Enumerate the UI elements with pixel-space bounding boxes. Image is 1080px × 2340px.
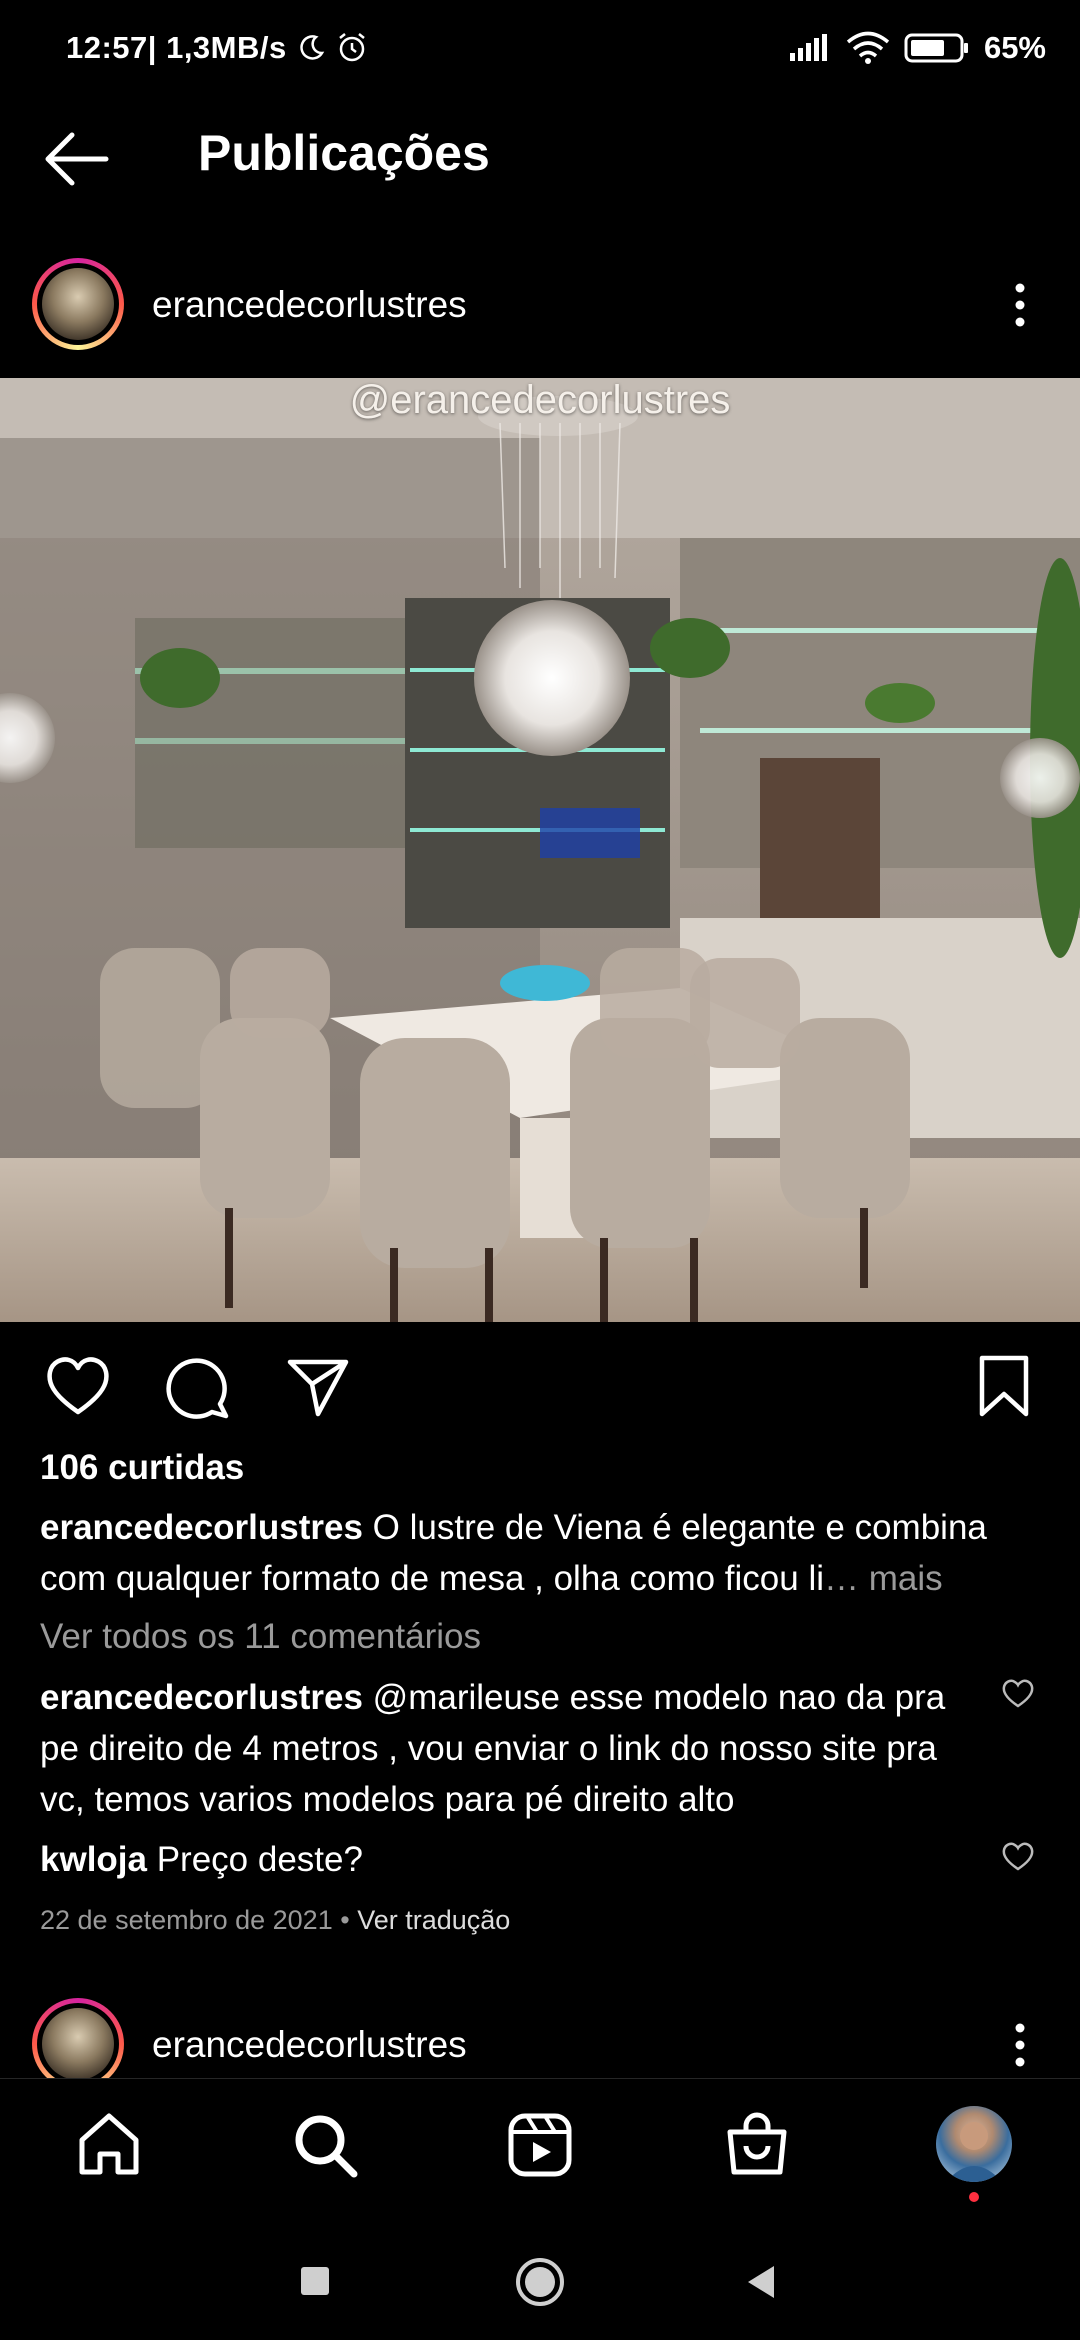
status-bar: 12:57| 1,3MB/s 65% xyxy=(0,0,1080,100)
like-button[interactable] xyxy=(42,1350,114,1422)
next-post-avatar[interactable] xyxy=(32,1998,124,2090)
next-post-username[interactable]: erancedecorlustres xyxy=(152,2024,467,2066)
status-right: 65% xyxy=(788,30,1046,66)
comment-username[interactable]: erancedecorlustres xyxy=(40,1678,363,1717)
battery-level: 65% xyxy=(983,30,1046,65)
post-date: 22 de setembro de 2021 xyxy=(40,1905,333,1935)
image-watermark: @erancedecorlustres xyxy=(349,378,731,422)
signal-icon xyxy=(789,34,827,61)
wifi-icon xyxy=(846,31,890,64)
comment-like-button[interactable] xyxy=(1001,1677,1035,1709)
comment-icon xyxy=(166,1358,229,1419)
comment-item: erancedecorlustres @marileuse esse model… xyxy=(40,1672,960,1825)
alarm-icon xyxy=(339,33,365,62)
caption-more-link[interactable]: … mais xyxy=(824,1559,943,1598)
page-title: Publicações xyxy=(198,125,490,181)
system-nav-bar xyxy=(0,2220,1080,2340)
caption-username[interactable]: erancedecorlustres xyxy=(40,1508,363,1547)
search-icon xyxy=(295,2115,358,2178)
nav-home[interactable] xyxy=(74,2110,144,2180)
post-image[interactable]: @erancedecorlustres xyxy=(0,378,1080,1322)
square-icon[interactable] xyxy=(298,2264,332,2298)
arrow-left-icon xyxy=(45,132,109,186)
comment-button[interactable] xyxy=(162,1350,234,1422)
heart-icon xyxy=(47,1357,109,1415)
home-icon xyxy=(79,2113,139,2175)
shop-icon xyxy=(727,2112,787,2175)
more-options-button[interactable] xyxy=(1008,280,1032,330)
likes-count[interactable]: 106 curtidas xyxy=(40,1448,244,1488)
comment-text: Preço deste? xyxy=(146,1840,363,1879)
reels-icon xyxy=(508,2113,572,2177)
save-button[interactable] xyxy=(968,1350,1040,1422)
heart-icon xyxy=(1002,1679,1034,1708)
view-all-comments-link[interactable]: Ver todos os 11 comentários xyxy=(40,1617,481,1657)
notification-dot xyxy=(969,2192,979,2202)
post-avatar[interactable] xyxy=(32,258,124,350)
comment-like-button[interactable] xyxy=(1001,1840,1035,1872)
profile-avatar[interactable] xyxy=(936,2106,1012,2182)
comment-mention[interactable]: @marileuse xyxy=(363,1678,560,1717)
translate-link[interactable]: Ver tradução xyxy=(357,1905,510,1935)
more-vertical-icon xyxy=(1015,283,1025,327)
more-vertical-icon xyxy=(1015,2023,1025,2067)
nav-reels[interactable] xyxy=(505,2110,575,2180)
next-post-more-button[interactable] xyxy=(1008,2020,1032,2070)
post-username[interactable]: erancedecorlustres xyxy=(152,284,467,326)
share-button[interactable] xyxy=(282,1350,354,1422)
send-icon xyxy=(287,1359,349,1417)
back-button[interactable] xyxy=(42,128,112,190)
post-date-row: 22 de setembro de 2021 • Ver tradução xyxy=(40,1905,511,1935)
back-triangle-icon[interactable] xyxy=(744,2264,778,2300)
heart-icon xyxy=(1002,1842,1034,1871)
status-time: 12:57| 1,3MB/s xyxy=(66,30,369,66)
bookmark-icon xyxy=(979,1355,1029,1417)
nav-shop[interactable] xyxy=(722,2110,792,2180)
battery-icon xyxy=(904,33,968,63)
nav-search[interactable] xyxy=(290,2110,360,2180)
comment-item: kwloja Preço deste? xyxy=(40,1834,960,1885)
moon-icon xyxy=(300,35,325,60)
post-caption[interactable]: erancedecorlustres O lustre de Viena é e… xyxy=(40,1502,1050,1604)
comment-username[interactable]: kwloja xyxy=(40,1840,147,1879)
home-circle-icon[interactable] xyxy=(514,2256,566,2308)
